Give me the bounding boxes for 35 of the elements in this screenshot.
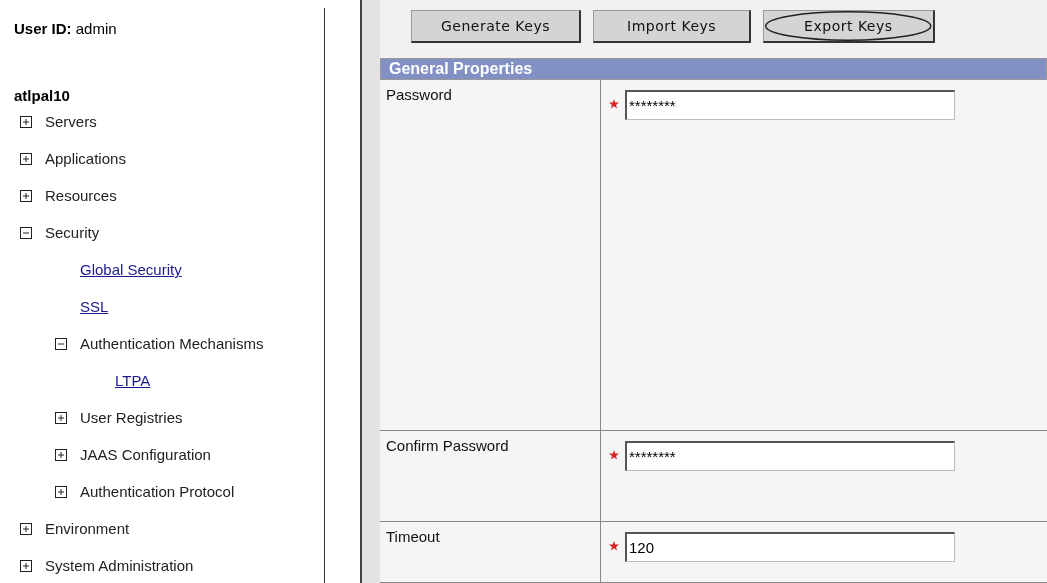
expand-icon[interactable] — [55, 485, 67, 498]
toolbar-button[interactable]: Generate Keys — [411, 10, 581, 43]
input-field[interactable]: ******** — [625, 441, 955, 471]
expand-icon[interactable] — [20, 115, 32, 128]
tree-item[interactable]: JAAS Configuration — [80, 446, 211, 463]
expand-icon[interactable] — [20, 522, 32, 535]
input-field[interactable]: ******** — [625, 90, 955, 120]
toolbar-button[interactable]: Export Keys — [763, 10, 935, 43]
nav-link[interactable]: LTPA — [115, 372, 151, 389]
tree-item[interactable]: Servers — [45, 113, 97, 130]
expand-icon[interactable] — [20, 189, 32, 202]
collapse-icon[interactable] — [20, 226, 32, 239]
tree-item[interactable]: Applications — [45, 150, 126, 167]
tree-item[interactable]: Security — [45, 224, 100, 241]
tree-item[interactable]: Resources — [45, 187, 117, 204]
nav-link[interactable]: Global Security — [80, 261, 182, 278]
tree-item[interactable]: Environment — [45, 520, 130, 537]
tree-item[interactable]: User Registries — [80, 409, 183, 426]
user-id-text: User ID: admin — [14, 20, 118, 39]
collapse-icon[interactable] — [55, 337, 67, 350]
tree-item[interactable]: Authentication Mechanisms — [80, 335, 264, 352]
expand-icon[interactable] — [55, 411, 67, 424]
field-label: Timeout — [380, 522, 601, 582]
node-name: atlpal10 — [14, 87, 71, 103]
toolbar-button[interactable]: Import Keys — [593, 10, 752, 43]
expand-icon[interactable] — [20, 152, 32, 165]
nav-link[interactable]: SSL — [80, 298, 109, 315]
tree-item[interactable]: System Administration — [45, 557, 194, 574]
expand-icon[interactable] — [20, 559, 32, 572]
tree-item[interactable]: Authentication Protocol — [80, 483, 235, 500]
field-label: Password — [380, 80, 601, 430]
section-header: General Properties — [380, 58, 1047, 80]
expand-icon[interactable] — [55, 448, 67, 461]
field-label: Confirm Password — [380, 431, 601, 521]
input-field[interactable]: 120 — [625, 532, 955, 562]
